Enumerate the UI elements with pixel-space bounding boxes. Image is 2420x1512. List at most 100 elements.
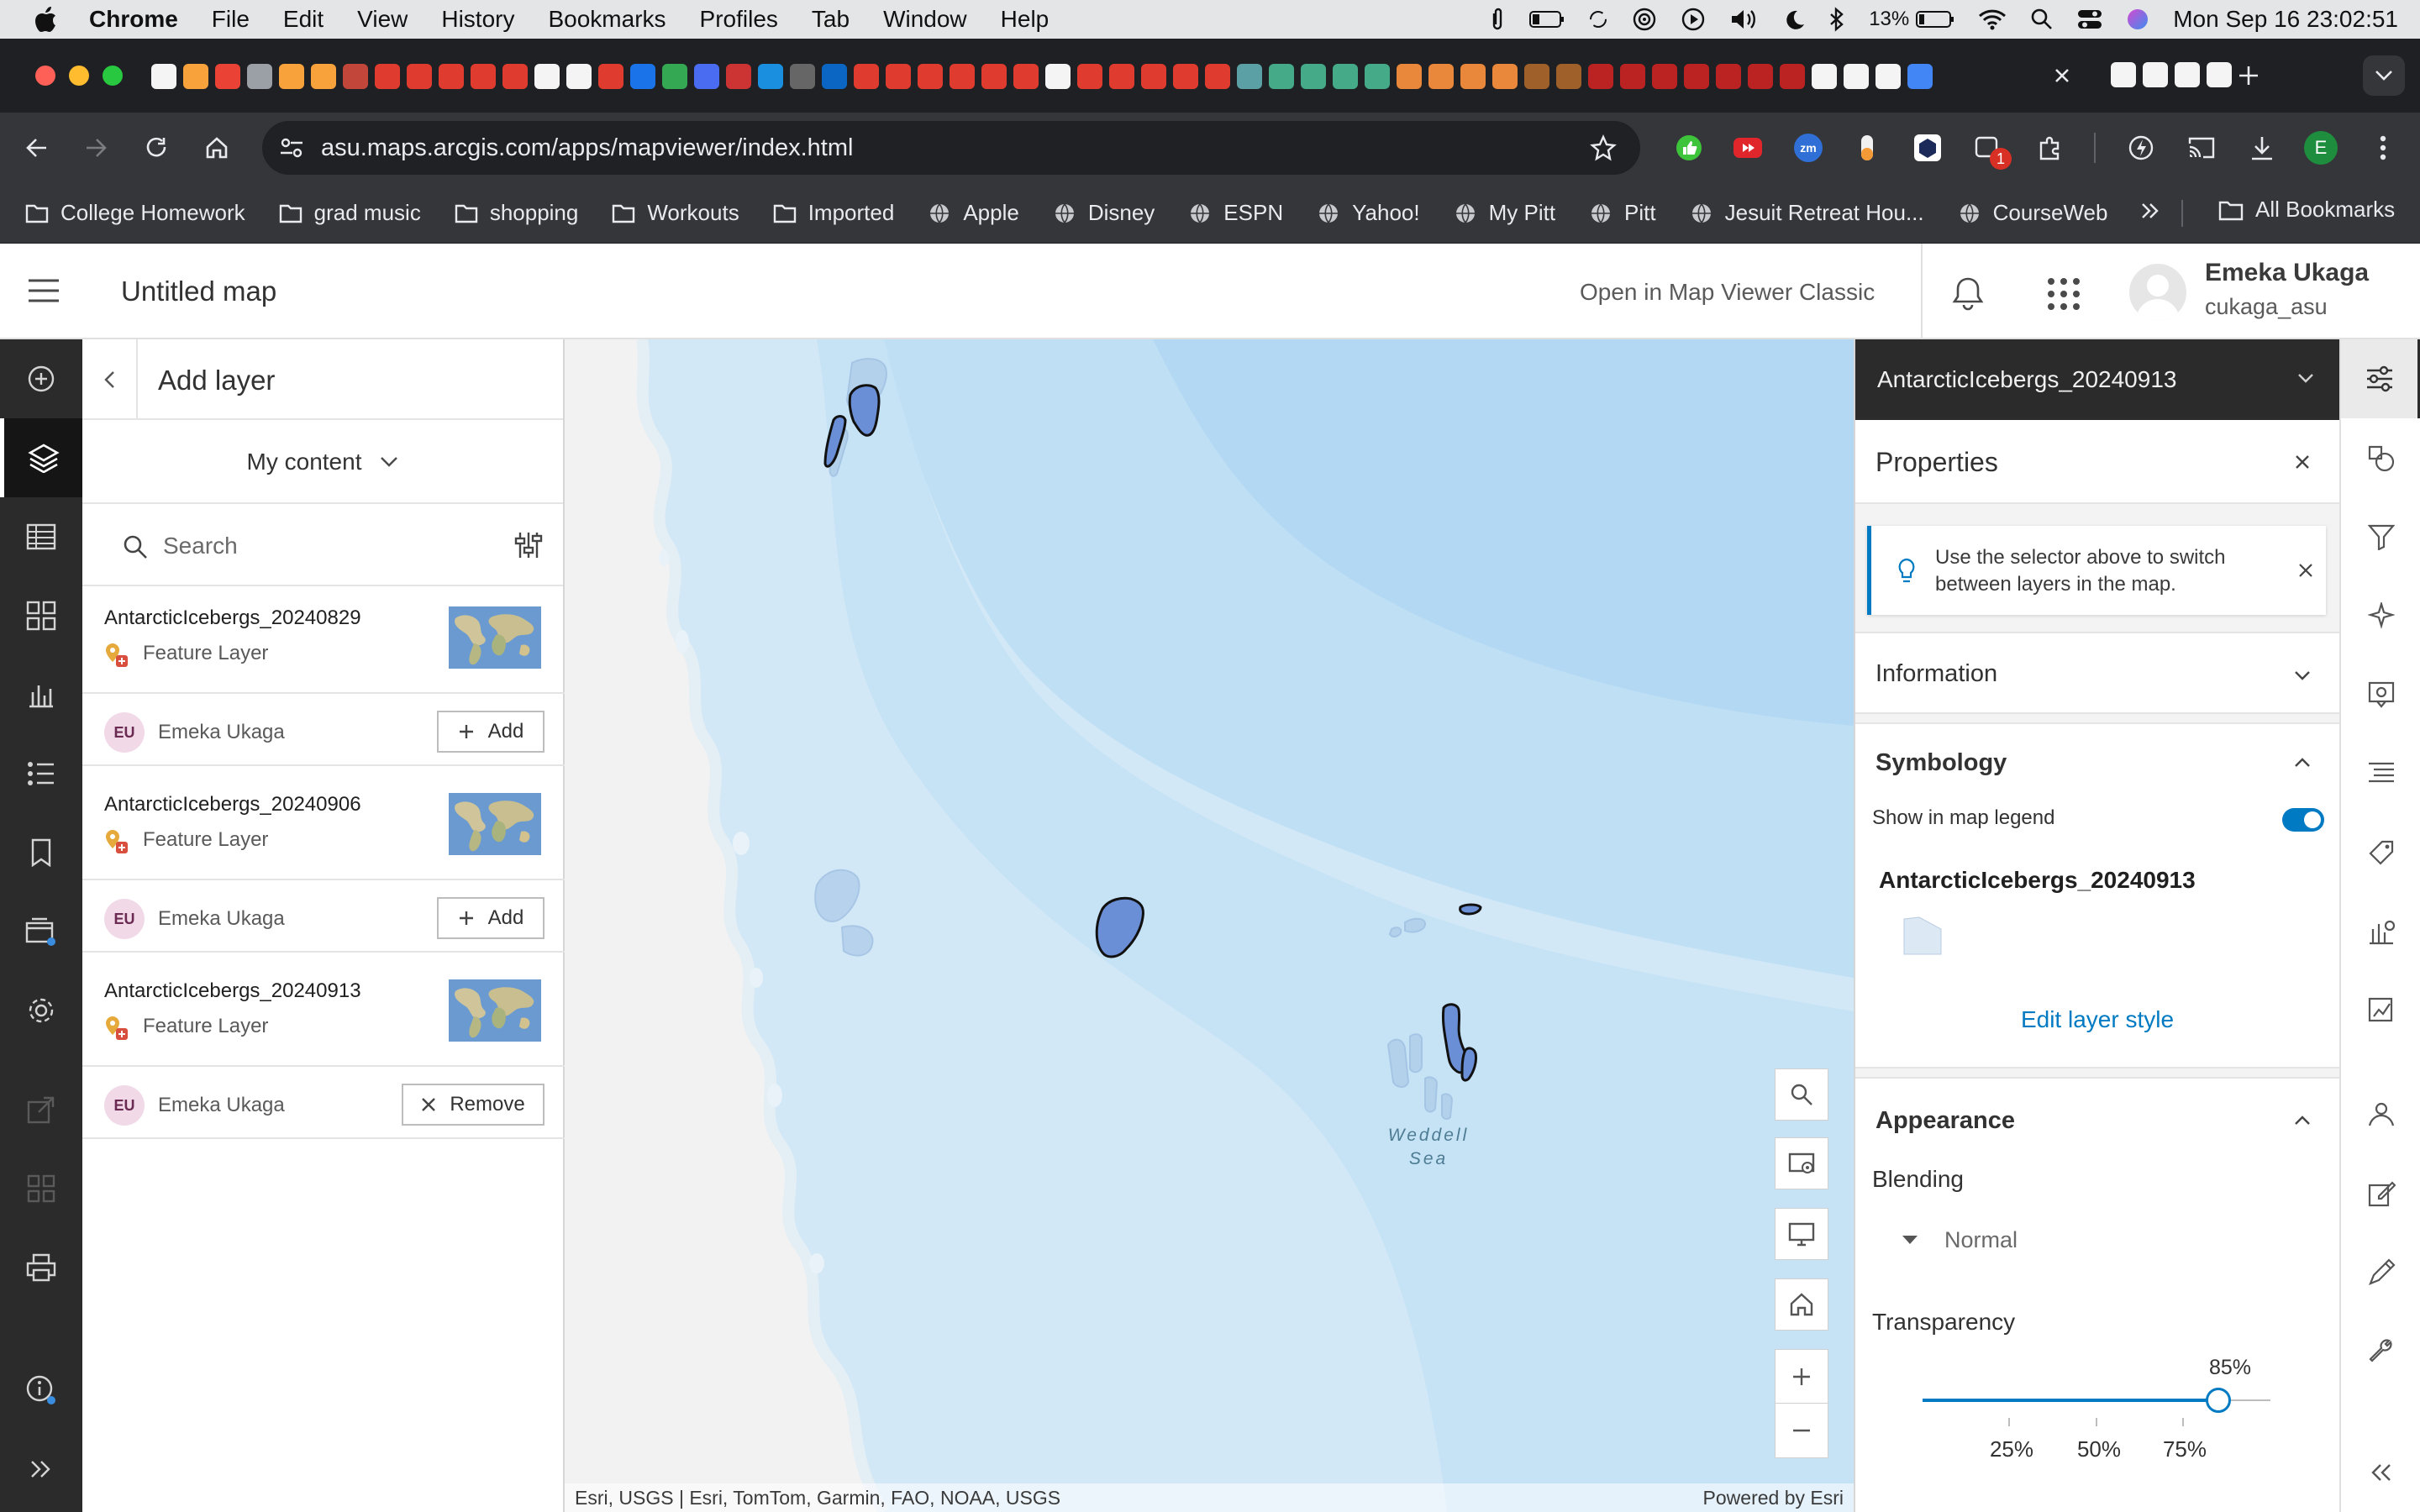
tab-favicon-icon[interactable] <box>2175 62 2200 87</box>
profile-avatar-icon[interactable]: E <box>2302 129 2339 166</box>
performance-icon[interactable] <box>2123 129 2160 166</box>
tab-favicon-icon[interactable] <box>854 64 879 89</box>
edit-tool-button[interactable] <box>2341 1154 2420 1233</box>
close-icon[interactable] <box>2294 454 2311 475</box>
moon-icon[interactable] <box>1783 8 1805 30</box>
charts-button[interactable] <box>0 655 82 734</box>
tab-favicon-icon[interactable] <box>630 64 655 89</box>
add-layer-button[interactable]: Add <box>437 711 544 753</box>
tab-favicon-icon[interactable] <box>279 64 304 89</box>
styles-tool-button[interactable] <box>2341 418 2420 497</box>
tab-favicon-icon[interactable] <box>1876 64 1901 89</box>
show-legend-toggle[interactable] <box>2282 808 2324 832</box>
control-center-icon[interactable] <box>2077 8 2102 30</box>
labels-tool-button[interactable] <box>2341 813 2420 892</box>
bookmark-item[interactable]: ESPN <box>1188 200 1283 226</box>
tab-favicon-icon[interactable] <box>1716 64 1741 89</box>
tab-search-chevron-icon[interactable] <box>2363 55 2405 96</box>
window-zoom-button[interactable] <box>103 66 123 86</box>
basemap-button[interactable] <box>0 576 82 655</box>
collapse-toolbar-button[interactable] <box>2341 1433 2420 1512</box>
back-button[interactable] <box>82 339 138 420</box>
layer-selector[interactable]: AntarcticIcebergs_20240913 <box>1855 339 2339 420</box>
airdrop-icon[interactable] <box>1632 7 1657 32</box>
tab-favicon-icon[interactable] <box>598 64 623 89</box>
tab-favicon-icon[interactable] <box>534 64 560 89</box>
tab-favicon-icon[interactable] <box>950 64 975 89</box>
menu-window[interactable]: Window <box>883 6 967 33</box>
tab-favicon-icon[interactable] <box>311 64 336 89</box>
bookmark-item[interactable]: Pitt <box>1589 200 1656 226</box>
tables-button[interactable] <box>0 497 82 576</box>
clock-datetime[interactable]: Mon Sep 16 23:02:51 <box>2173 6 2398 33</box>
map-title[interactable]: Untitled map <box>121 276 276 307</box>
tab-favicon-icon[interactable] <box>886 64 911 89</box>
map-canvas[interactable] <box>565 339 1854 1512</box>
sketch-tool-button[interactable] <box>2341 1075 2420 1154</box>
bookmark-item[interactable]: CourseWeb <box>1958 200 2107 226</box>
tab-favicon-icon[interactable] <box>1205 64 1230 89</box>
play-circle-icon[interactable] <box>1681 7 1706 32</box>
layer-thumbnail[interactable] <box>449 606 541 669</box>
tab-favicon-icon[interactable] <box>439 64 464 89</box>
tab-favicon-icon[interactable] <box>2111 62 2136 87</box>
extensions-puzzle-icon[interactable] <box>2032 129 2069 166</box>
tab-favicon-icon[interactable] <box>822 64 847 89</box>
app-launcher-grid-icon[interactable] <box>2047 277 2081 315</box>
draw-tool-button[interactable] <box>2341 1233 2420 1312</box>
tab-favicon-icon[interactable] <box>1269 64 1294 89</box>
tab-favicon-icon[interactable] <box>215 64 240 89</box>
home-icon[interactable] <box>198 129 235 166</box>
iceberg-feature[interactable] <box>1459 903 1482 916</box>
menu-history[interactable]: History <box>441 6 514 33</box>
tab-favicon-icon[interactable] <box>1077 64 1102 89</box>
tab-favicon-icon[interactable] <box>1109 64 1134 89</box>
site-info-icon[interactable] <box>279 137 304 159</box>
tab-favicon-icon[interactable] <box>1492 64 1518 89</box>
layer-thumbnail[interactable] <box>449 979 541 1042</box>
address-bar[interactable]: asu.maps.arcgis.com/apps/mapviewer/index… <box>262 121 1640 175</box>
extension-zm-icon[interactable]: zm <box>1790 129 1827 166</box>
tab-favicon-icon[interactable] <box>1333 64 1358 89</box>
bookmark-star-icon[interactable] <box>1590 134 1617 168</box>
wifi-icon[interactable] <box>1978 8 2007 30</box>
extension-badge-icon[interactable]: 1 <box>1970 129 2012 170</box>
tab-favicon-icon[interactable] <box>343 64 368 89</box>
tab-favicon-icon[interactable] <box>1397 64 1422 89</box>
tab-favicon-icon[interactable] <box>1428 64 1454 89</box>
spotlight-search-icon[interactable] <box>2030 8 2054 31</box>
url-text[interactable]: asu.maps.arcgis.com/apps/mapviewer/index… <box>321 134 853 162</box>
bookmark-item[interactable]: Yahoo! <box>1317 200 1420 226</box>
bookmark-item[interactable]: Jesuit Retreat Hou... <box>1690 200 1924 226</box>
effects-tool-button[interactable] <box>2341 576 2420 655</box>
extension-pill-icon[interactable] <box>1849 129 1886 166</box>
information-section-header[interactable]: Information <box>1855 632 2339 714</box>
tab-favicon-icon[interactable] <box>1013 64 1039 89</box>
tab-favicon-icon[interactable] <box>2143 62 2168 87</box>
user-avatar[interactable] <box>2129 264 2186 321</box>
layer-card-title[interactable]: AntarcticIcebergs_20240913 <box>104 979 361 1003</box>
bookmark-item[interactable]: Imported <box>773 200 894 226</box>
bookmark-item[interactable]: Disney <box>1053 200 1155 226</box>
blending-select[interactable]: Normal <box>1901 1221 2018 1258</box>
filter-tool-button[interactable] <box>2341 497 2420 576</box>
tab-favicon-icon[interactable] <box>1556 64 1581 89</box>
bookmarks-button[interactable] <box>0 813 82 892</box>
polygon-symbol-swatch[interactable] <box>1902 916 1944 962</box>
tab-favicon-icon[interactable] <box>1684 64 1709 89</box>
tab-favicon-icon[interactable] <box>502 64 528 89</box>
content-source-dropdown[interactable]: My content <box>82 422 563 504</box>
tab-favicon-icon[interactable] <box>1141 64 1166 89</box>
reload-icon[interactable] <box>138 129 175 166</box>
battery-indicator[interactable]: 13% <box>1869 8 1954 31</box>
settings-button[interactable] <box>0 971 82 1050</box>
all-bookmarks-folder[interactable]: All Bookmarks <box>2218 197 2395 223</box>
menu-help[interactable]: Help <box>1001 6 1050 33</box>
tab-favicon-icon[interactable] <box>1652 64 1677 89</box>
bluetooth-icon[interactable] <box>1828 7 1845 32</box>
menu-view[interactable]: View <box>357 6 408 33</box>
window-close-button[interactable] <box>35 66 55 86</box>
map-properties-button[interactable] <box>0 892 82 971</box>
tab-favicon-icon[interactable] <box>1780 64 1805 89</box>
info-button[interactable] <box>0 1351 82 1430</box>
